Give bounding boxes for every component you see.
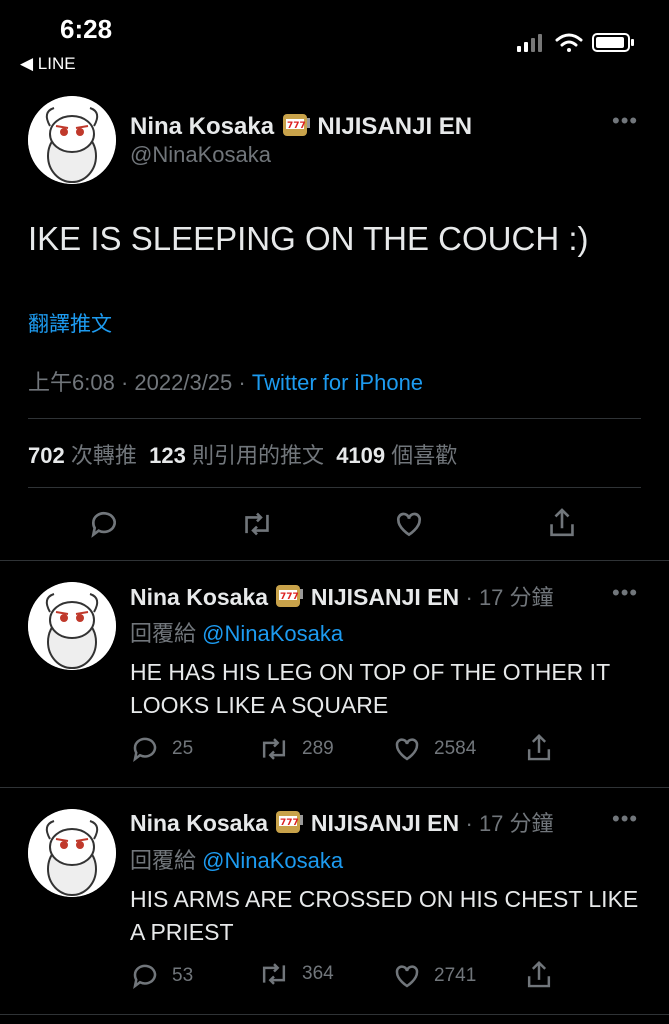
reply-text: HIS ARMS ARE CROSSED ON HIS CHEST LIKE A… — [130, 886, 639, 945]
divider — [28, 487, 641, 488]
author-suffix: NIJISANJI EN — [317, 113, 473, 140]
quote-count[interactable]: 123 — [149, 443, 186, 468]
like-count: 2584 — [434, 738, 477, 759]
reply-text: HE HAS HIS LEG ON TOP OF THE OTHER IT LO… — [130, 659, 610, 718]
like-icon — [395, 738, 419, 761]
reply-count: 25 — [172, 738, 194, 759]
battery-icon — [592, 33, 634, 52]
translate-link[interactable]: 翻譯推文 — [28, 308, 112, 338]
more-icon[interactable]: ••• — [612, 580, 638, 606]
share-icon[interactable] — [524, 732, 554, 769]
reply-to-line: 回覆給 @NinaKosaka — [130, 843, 343, 875]
back-to-line-link[interactable]: ◀ LINE — [20, 54, 76, 74]
divider — [0, 787, 669, 788]
tweet-text: IKE IS SLEEPING ON THE COUCH :) — [28, 220, 589, 257]
signal-icon — [517, 34, 542, 52]
divider — [28, 418, 641, 419]
reply-avatar[interactable] — [28, 809, 116, 897]
reply-to-handle[interactable]: @NinaKosaka — [202, 848, 343, 873]
reply-author-line[interactable]: Nina Kosaka 777 NIJISANJI EN · 17 分鐘 — [130, 580, 554, 615]
author-name[interactable]: Nina Kosaka — [130, 113, 274, 140]
reply-time: · 17 分鐘 — [465, 811, 554, 836]
share-icon[interactable] — [546, 506, 578, 545]
divider — [0, 560, 669, 561]
reply-author-line[interactable]: Nina Kosaka 777 NIJISANJI EN · 17 分鐘 — [130, 806, 554, 841]
author-handle[interactable]: @NinaKosaka — [130, 142, 271, 168]
more-icon[interactable]: ••• — [612, 108, 638, 134]
slot-machine-icon: 777 — [281, 110, 311, 145]
slot-machine-icon: 777 — [274, 581, 304, 615]
tweet-meta: 上午6:08 · 2022/3/25 · Twitter for iPhone — [28, 370, 424, 395]
like-icon — [395, 965, 419, 988]
share-icon[interactable] — [524, 959, 554, 996]
reply-author-name[interactable]: Nina Kosaka — [130, 810, 268, 836]
retweet-count[interactable]: 702 — [28, 443, 65, 468]
retweet-icon — [262, 738, 286, 760]
like-action[interactable]: 2741 — [392, 961, 476, 991]
reply-icon[interactable] — [88, 508, 120, 545]
status-icons — [517, 30, 647, 54]
divider — [0, 1014, 669, 1015]
like-count: 2741 — [434, 965, 477, 986]
reply-to-handle[interactable]: @NinaKosaka — [202, 621, 343, 646]
tweet-time: 上午6:08 — [28, 370, 115, 395]
retweet-icon[interactable] — [240, 508, 274, 545]
reply-time: · 17 分鐘 — [465, 585, 554, 610]
svg-text:777: 777 — [280, 818, 299, 828]
like-count[interactable]: 4109 — [336, 443, 385, 468]
reply-count: 53 — [172, 965, 194, 986]
reply-action[interactable]: 25 — [130, 734, 193, 764]
wifi-icon — [555, 33, 583, 52]
reply-icon — [133, 737, 157, 762]
tweet-stats: 702 次轉推 123 則引用的推文 4109 個喜歡 — [28, 438, 457, 470]
status-time: 6:28 — [60, 14, 113, 44]
reply-icon — [133, 964, 157, 989]
reply-author-name[interactable]: Nina Kosaka — [130, 584, 268, 610]
retweet-action[interactable]: 289 — [258, 734, 334, 764]
like-label[interactable]: 個喜歡 — [391, 443, 457, 468]
retweet-action[interactable]: 364 — [258, 959, 334, 989]
reply-author-suffix: NIJISANJI EN — [310, 584, 460, 610]
like-action[interactable]: 2584 — [392, 734, 476, 764]
tweet-date: 2022/3/25 — [134, 370, 233, 395]
reply-avatar[interactable] — [28, 582, 116, 670]
author-name-line[interactable]: Nina Kosaka 777 NIJISANJI EN — [130, 110, 472, 145]
quote-label[interactable]: 則引用的推文 — [192, 443, 324, 468]
reply-to-label: 回覆給 — [130, 621, 197, 646]
like-icon[interactable] — [392, 508, 426, 545]
reply-action[interactable]: 53 — [130, 961, 193, 991]
svg-text:777: 777 — [280, 592, 299, 602]
reply-author-suffix: NIJISANJI EN — [310, 810, 460, 836]
slot-machine-icon: 777 — [274, 807, 304, 841]
retweet-count: 289 — [302, 738, 334, 759]
retweet-icon — [262, 963, 286, 985]
svg-text:777: 777 — [287, 121, 306, 131]
retweet-count: 364 — [302, 963, 334, 984]
more-icon[interactable]: ••• — [612, 806, 638, 832]
retweet-label[interactable]: 次轉推 — [71, 443, 137, 468]
author-avatar[interactable] — [28, 96, 116, 184]
reply-to-label: 回覆給 — [130, 848, 197, 873]
tweet-source-link[interactable]: Twitter for iPhone — [252, 370, 423, 395]
reply-to-line: 回覆給 @NinaKosaka — [130, 616, 343, 648]
